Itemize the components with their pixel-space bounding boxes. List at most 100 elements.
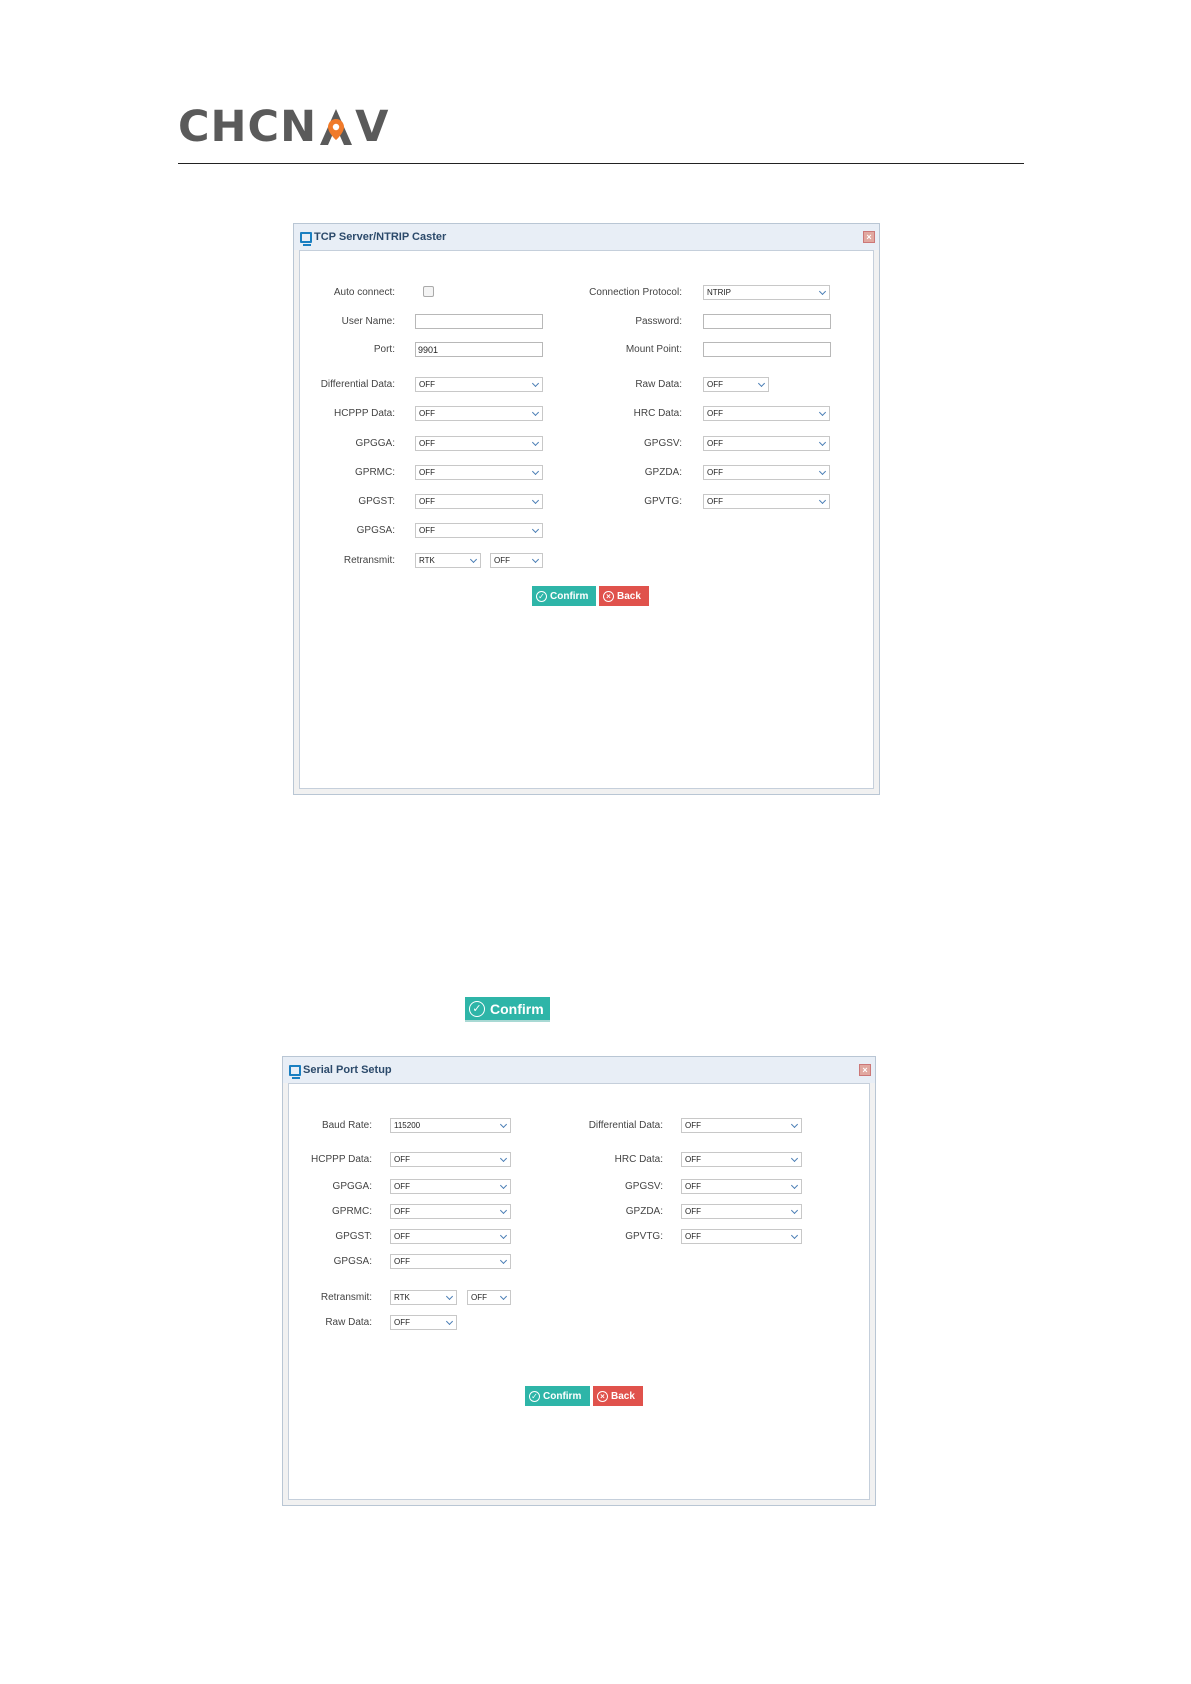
baud-rate-select[interactable]: 115200 — [390, 1118, 511, 1133]
auto-connect-checkbox[interactable] — [423, 286, 434, 297]
chevron-down-icon — [818, 496, 827, 505]
dialog-body: Baud Rate: 115200 HCPPP Data: OFF GPGGA:… — [288, 1083, 870, 1500]
gpgga-label: GPGGA: — [355, 438, 395, 449]
gpgsa-label: GPGSA: — [333, 1256, 372, 1267]
hrc-data-select[interactable]: OFF — [681, 1152, 802, 1167]
gpvtg-select[interactable]: OFF — [681, 1229, 802, 1244]
retransmit-state-select[interactable]: OFF — [490, 553, 543, 568]
hrc-data-value: OFF — [707, 409, 723, 418]
user-name-input[interactable] — [415, 314, 543, 329]
hrc-data-select[interactable]: OFF — [703, 406, 830, 421]
gpvtg-label: GPVTG: — [644, 496, 682, 507]
chevron-down-icon — [469, 555, 478, 564]
retransmit-state-select[interactable]: OFF — [467, 1290, 511, 1305]
gprmc-label: GPRMC: — [355, 467, 395, 478]
gprmc-label: GPRMC: — [332, 1206, 372, 1217]
gpgsv-value: OFF — [685, 1182, 701, 1191]
dialog-title-bar: Serial Port Setup × — [283, 1057, 875, 1083]
differential-data-label: Differential Data: — [320, 379, 395, 390]
gpzda-select[interactable]: OFF — [703, 465, 830, 480]
retransmit-source-value: RTK — [394, 1293, 410, 1302]
header-divider — [178, 163, 1024, 164]
raw-data-select[interactable]: OFF — [703, 377, 769, 392]
chevron-down-icon — [818, 408, 827, 417]
differential-data-select[interactable]: OFF — [415, 377, 543, 392]
gpgst-select[interactable]: OFF — [415, 494, 543, 509]
dialog-title: TCP Server/NTRIP Caster — [314, 231, 447, 243]
retransmit-source-value: RTK — [419, 556, 435, 565]
port-input[interactable] — [415, 342, 543, 357]
gpvtg-label: GPVTG: — [625, 1231, 663, 1242]
back-button[interactable]: × Back — [593, 1386, 643, 1406]
confirm-button[interactable]: ✓ Confirm — [532, 586, 596, 606]
confirm-button[interactable]: ✓ Confirm — [525, 1386, 590, 1406]
chevron-down-icon — [531, 408, 540, 417]
gpgsa-select[interactable]: OFF — [390, 1254, 511, 1269]
gpgsv-select[interactable]: OFF — [703, 436, 830, 451]
gpgga-value: OFF — [394, 1182, 410, 1191]
gpgga-select[interactable]: OFF — [390, 1179, 511, 1194]
gprmc-select[interactable]: OFF — [390, 1204, 511, 1219]
gprmc-value: OFF — [419, 468, 435, 477]
connection-protocol-label: Connection Protocol: — [589, 287, 682, 298]
gpzda-select[interactable]: OFF — [681, 1204, 802, 1219]
mount-point-label: Mount Point: — [625, 344, 682, 355]
logo-prefix: CHCN — [178, 102, 318, 152]
chevron-down-icon — [445, 1292, 454, 1301]
chevron-down-icon — [790, 1181, 799, 1190]
password-input[interactable] — [703, 314, 831, 329]
raw-data-select[interactable]: OFF — [390, 1315, 457, 1330]
gprmc-select[interactable]: OFF — [415, 465, 543, 480]
gpzda-value: OFF — [685, 1207, 701, 1216]
chevron-down-icon — [499, 1231, 508, 1240]
hrc-data-label: HRC Data: — [633, 408, 682, 419]
hcppp-data-value: OFF — [394, 1155, 410, 1164]
chevron-down-icon — [531, 379, 540, 388]
mount-point-input[interactable] — [703, 342, 831, 357]
auto-connect-label: Auto connect: — [333, 287, 395, 298]
check-circle-icon: ✓ — [469, 1000, 485, 1017]
hcppp-data-select[interactable]: OFF — [415, 406, 543, 421]
chevron-down-icon — [499, 1120, 508, 1129]
gpvtg-select[interactable]: OFF — [703, 494, 830, 509]
retransmit-source-select[interactable]: RTK — [415, 553, 481, 568]
differential-data-select[interactable]: OFF — [681, 1118, 802, 1133]
hcppp-data-select[interactable]: OFF — [390, 1152, 511, 1167]
check-circle-icon: ✓ — [529, 1390, 540, 1402]
gpgst-label: GPGST: — [358, 496, 395, 507]
gpgsa-label: GPGSA: — [356, 525, 395, 536]
chevron-down-icon — [790, 1206, 799, 1215]
gpvtg-value: OFF — [685, 1232, 701, 1241]
gpgsa-select[interactable]: OFF — [415, 523, 543, 538]
logo-suffix: V — [355, 102, 390, 152]
close-icon[interactable]: × — [863, 231, 875, 243]
chevron-down-icon — [757, 379, 766, 388]
gpgst-value: OFF — [419, 497, 435, 506]
baud-rate-label: Baud Rate: — [321, 1120, 372, 1131]
chevron-down-icon — [818, 467, 827, 476]
gpgsa-value: OFF — [394, 1257, 410, 1266]
chevron-down-icon — [499, 1292, 508, 1301]
serial-port-dialog: Serial Port Setup × Baud Rate: 115200 HC… — [282, 1056, 876, 1506]
gpgga-select[interactable]: OFF — [415, 436, 543, 451]
chevron-down-icon — [531, 555, 540, 564]
logo-a-mark-icon — [318, 107, 354, 147]
retransmit-label: Retransmit: — [320, 1292, 372, 1303]
retransmit-source-select[interactable]: RTK — [390, 1290, 457, 1305]
confirm-button-example[interactable]: ✓ Confirm — [465, 997, 550, 1022]
gpzda-label: GPZDA: — [625, 1206, 663, 1217]
gpzda-label: GPZDA: — [644, 467, 682, 478]
chevron-down-icon — [499, 1206, 508, 1215]
confirm-example-label: Confirm — [490, 1000, 544, 1017]
close-icon[interactable]: × — [859, 1064, 871, 1076]
gpgsv-select[interactable]: OFF — [681, 1179, 802, 1194]
back-button[interactable]: × Back — [599, 586, 649, 606]
raw-data-label: Raw Data: — [325, 1317, 372, 1328]
chcnav-logo: CHCN V — [178, 102, 388, 152]
dialog-title-bar: TCP Server/NTRIP Caster × — [294, 224, 879, 250]
gpgsv-value: OFF — [707, 439, 723, 448]
gpgst-select[interactable]: OFF — [390, 1229, 511, 1244]
connection-protocol-select[interactable]: NTRIP — [703, 285, 830, 300]
back-label: Back — [617, 590, 641, 602]
retransmit-label: Retransmit: — [343, 555, 395, 566]
